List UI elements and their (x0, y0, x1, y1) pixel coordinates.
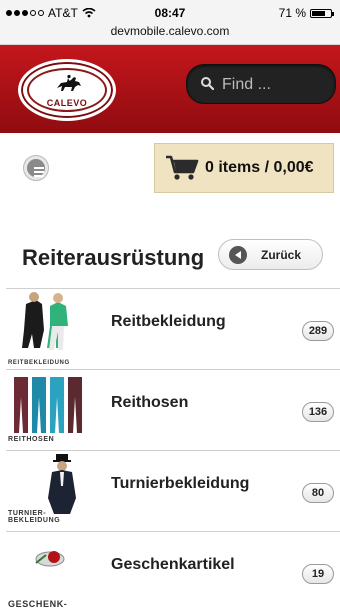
item-count-badge: 289 (302, 321, 334, 341)
logo-wordmark: CALEVO (46, 98, 88, 108)
category-row-turnierbekleidung[interactable]: TURNIER-BEKLEIDUNG Turnierbekleidung 80 (6, 450, 340, 531)
back-button[interactable]: Zurück (218, 239, 323, 270)
item-count-badge: 80 (302, 483, 334, 503)
cart-button[interactable]: 0 items / 0,00€ (154, 143, 334, 193)
menu-button[interactable] (23, 155, 49, 181)
status-bar: AT&T 08:47 71 % devmobile.calevo.com (0, 0, 340, 45)
category-thumbnail: GESCHENK- (6, 533, 86, 611)
horse-rider-icon (57, 74, 81, 91)
battery-info: 71 % (278, 6, 334, 20)
back-button-label: Zurück (261, 247, 302, 262)
thumbnail-caption: GESCHENK- (8, 599, 68, 609)
category-thumbnail: TURNIER-BEKLEIDUNG (6, 452, 86, 530)
category-thumbnail: REITHOSEN (6, 371, 86, 449)
category-thumbnail: REITBEKLEIDUNG (6, 290, 86, 368)
category-name: Geschenkartikel (111, 556, 235, 573)
item-count-badge: 136 (302, 402, 334, 422)
category-name: Turnierbekleidung (111, 475, 250, 492)
category-row-reitbekleidung[interactable]: REITBEKLEIDUNG Reitbekleidung 289 (6, 288, 340, 369)
search-input[interactable] (220, 65, 332, 105)
shopping-cart-icon (166, 155, 199, 180)
page-title: Reiterausrüstung (22, 245, 205, 270)
category-name: Reitbekleidung (111, 313, 226, 330)
item-count-badge: 19 (302, 564, 334, 584)
address-bar[interactable]: devmobile.calevo.com (0, 24, 340, 38)
category-name: Reithosen (111, 394, 189, 411)
calevo-logo[interactable]: CALEVO (18, 59, 116, 121)
search-icon (201, 77, 214, 90)
thumbnail-caption: REITHOSEN (8, 436, 55, 443)
cart-summary: 0 items / 0,00€ (205, 159, 314, 176)
site-header: CALEVO (0, 45, 340, 133)
thumbnail-caption: TURNIER-BEKLEIDUNG (8, 510, 61, 524)
menu-icon (34, 167, 44, 179)
battery-label: 71 % (278, 6, 306, 20)
category-list: REITBEKLEIDUNG Reitbekleidung 289 REITHO… (6, 288, 340, 612)
battery-icon (310, 8, 334, 18)
search-box[interactable] (186, 64, 336, 105)
thumbnail-caption: REITBEKLEIDUNG (8, 360, 70, 366)
category-row-reithosen[interactable]: REITHOSEN Reithosen 136 (6, 369, 340, 450)
category-row-geschenkartikel[interactable]: GESCHENK- Geschenkartikel 19 (6, 531, 340, 612)
arrow-left-icon (229, 245, 247, 264)
